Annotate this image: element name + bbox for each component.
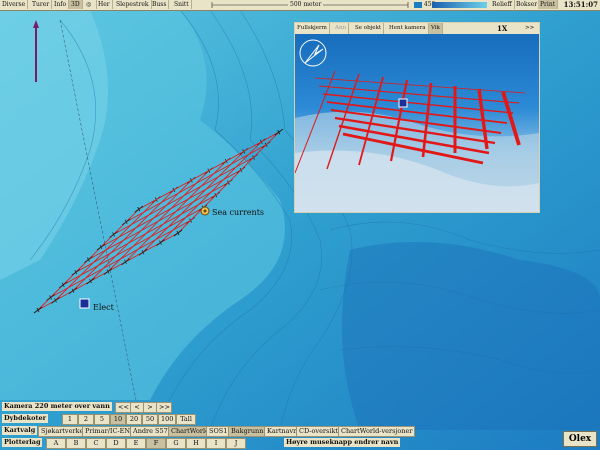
layer-h[interactable]: H [186,438,206,449]
camera-last-button[interactable]: >> [156,402,172,413]
clock: 13:51:07 [563,0,598,9]
olex-logo: Olex [563,431,597,447]
depth-option-10[interactable]: 10 [110,414,126,425]
inset-fullskjerm[interactable]: Fullskjerm [295,23,330,34]
camera-prev-button[interactable]: < [130,402,144,413]
layer-a[interactable]: A [46,438,66,449]
layer-b[interactable]: B [66,438,86,449]
camera-label: Kamera 220 meter over vann [2,402,112,411]
depth-option-50[interactable]: 50 [142,414,158,425]
camera-next-button[interactable]: > [143,402,157,413]
inset-hent-kamera[interactable]: Hent kamera [387,23,429,34]
layer-e[interactable]: E [126,438,146,449]
inset-vik[interactable]: Vik [429,23,443,34]
plotter-layer-label: Plotterlag [2,438,43,447]
chart-select-label: Kartvalg [2,426,38,435]
depth-contour-label: Dybdekoter [2,414,49,423]
3d-view-canvas[interactable] [295,23,539,212]
layer-c[interactable]: C [86,438,106,449]
chart-andre-s57[interactable]: Andre S57 [130,426,171,437]
depth-option-20[interactable]: 20 [126,414,142,425]
sea-currents-label: Sea currents [212,208,264,217]
menu-snitt[interactable]: Snitt [172,0,192,9]
chart-kartnavn[interactable]: Kartnavn [264,426,301,437]
chart-sos1[interactable]: SOS1 [206,426,231,437]
3d-vessel-icon [398,98,408,108]
depth-option-5[interactable]: 5 [94,414,110,425]
menu-diverse[interactable]: Diverse [0,0,29,9]
camera-first-button[interactable]: << [115,402,131,413]
inset-se-objekt[interactable]: Se objekt [353,23,385,34]
menu-relieff[interactable]: Relieff [490,0,515,9]
layer-f[interactable]: F [146,438,166,449]
layer-g[interactable]: G [166,438,186,449]
layer-d[interactable]: D [106,438,126,449]
layer-hint: Høyre museknapp endrer navn [284,438,401,447]
vessel-icon[interactable] [79,298,90,309]
menu-buss[interactable]: Buss [150,0,170,9]
chart-cd-oversikt[interactable]: CD-oversikt [296,426,342,437]
inset-next[interactable]: >> [523,23,536,34]
menu-bokser[interactable]: Bokser [514,0,541,9]
3d-view-panel[interactable]: Fullskjerm Ann Se objekt Hent kamera Vik… [294,22,540,213]
menu-print[interactable]: Print [538,0,559,9]
menu-slepestrek[interactable]: Slepestrek [114,0,152,9]
scale-label: 500 meter [288,0,324,10]
vessel-label: Elect [93,303,115,312]
top-toolbar: Diverse Turer Info 3D ◎ Her Slepestrek B… [0,0,600,11]
inset-zoom: 1X [497,24,508,33]
menu-turer[interactable]: Turer [30,0,53,9]
menu-info[interactable]: Info [52,0,70,9]
depth-option-tall[interactable]: Tall [176,414,196,425]
menu-her[interactable]: Her [96,0,113,9]
layer-i[interactable]: I [206,438,226,449]
depth-gradient [432,0,487,10]
deep-zone [342,242,600,430]
layer-j[interactable]: J [226,438,246,449]
distance-scale: 500 meter [210,0,410,10]
depth-option-1[interactable]: 1 [62,414,78,425]
chart-chartworld-versjoner[interactable]: ChartWorld-versjoner [338,426,416,437]
inset-ann[interactable]: Ann [333,23,350,34]
depth-option-100[interactable]: 100 [158,414,176,425]
3d-view-toolbar: Fullskjerm Ann Se objekt Hent kamera Vik… [295,23,539,34]
menu-3d[interactable]: 3D [69,0,83,9]
chart-bakgrunn[interactable]: Bakgrunn [228,426,267,437]
sea-currents-marker[interactable] [200,206,210,216]
depth-option-2[interactable]: 2 [78,414,94,425]
